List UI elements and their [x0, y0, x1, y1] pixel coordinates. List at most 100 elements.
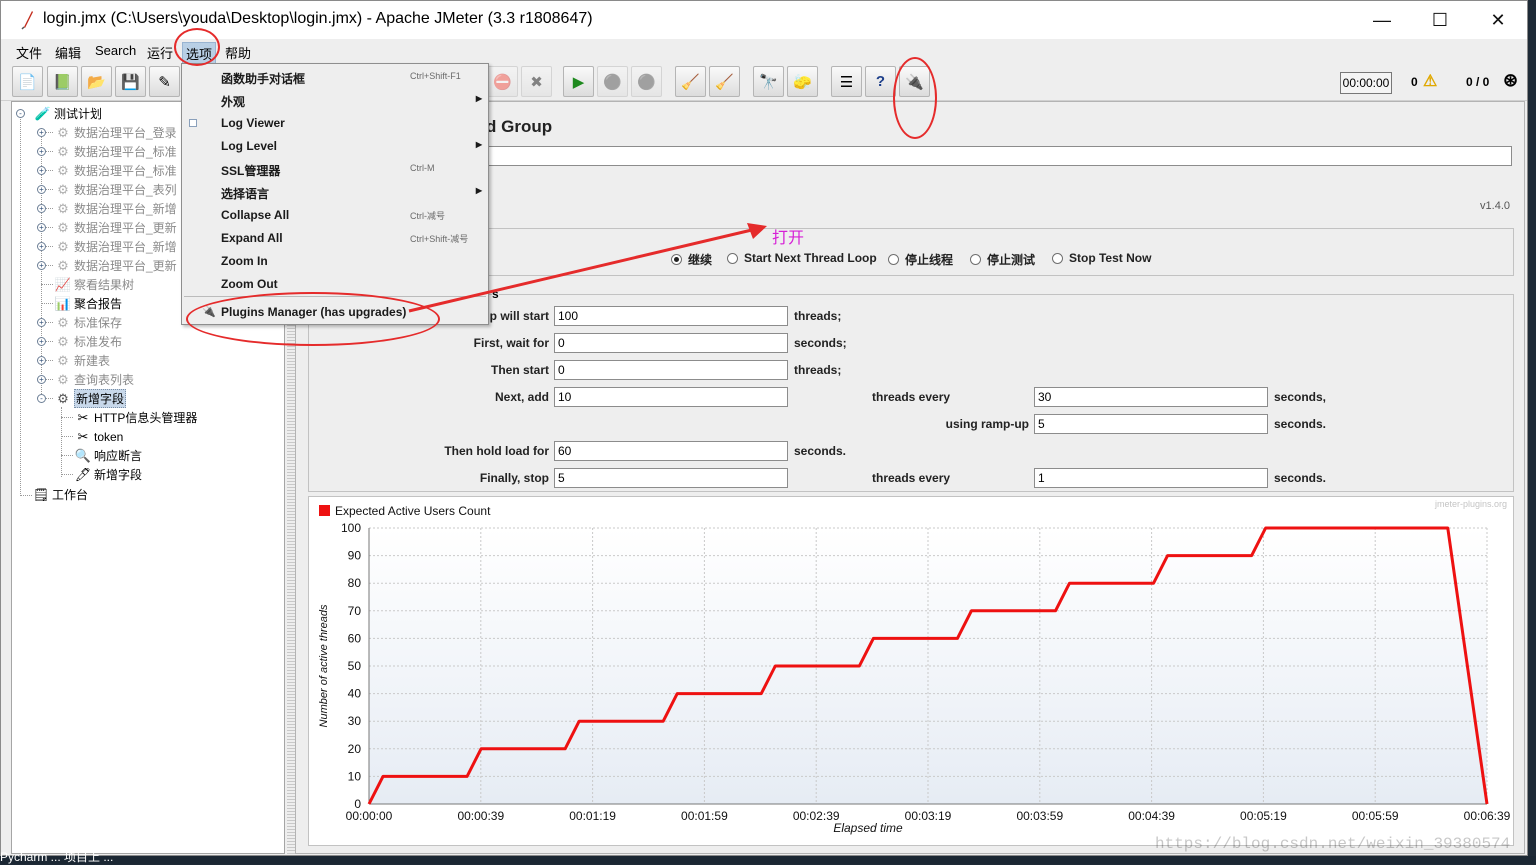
tree-item[interactable]: ⚙ 数据治理平台_新增: [54, 237, 177, 256]
tree-item[interactable]: ⚙ 数据治理平台_更新: [54, 218, 177, 237]
save-icon[interactable]: 💾: [115, 66, 146, 97]
tree-child-item[interactable]: 🖊 新增字段: [74, 465, 142, 484]
annotation-circle-plugins-icon: [893, 57, 937, 139]
field-initial-delay[interactable]: 0: [554, 333, 788, 353]
tree-item[interactable]: ⚙ 数据治理平台_登录: [54, 123, 177, 142]
tree-expand-handle[interactable]: -: [16, 109, 25, 118]
menu-item[interactable]: Log Level ▶: [182, 134, 488, 157]
x-tick-label: 00:00:39: [457, 809, 504, 823]
tree-expand-handle[interactable]: +: [37, 261, 46, 270]
tree-expand-handle[interactable]: -: [37, 394, 46, 403]
remote-start-icon[interactable]: ▶: [563, 66, 594, 97]
tree-item[interactable]: ⚙ 标准保存: [54, 313, 122, 332]
menu-edit[interactable]: 编辑: [52, 42, 84, 63]
tree-item[interactable]: ⚙ 标准发布: [54, 332, 122, 351]
label-then-start: Then start: [490, 363, 549, 377]
help-icon[interactable]: ?: [865, 66, 896, 97]
tree-item[interactable]: ⚙ 数据治理平台_新增: [54, 199, 177, 218]
menu-item[interactable]: Log Viewer: [182, 111, 488, 134]
shutdown-icon[interactable]: ✖: [521, 66, 552, 97]
thread-group-gear-icon: ⚙: [57, 219, 69, 235]
menu-file[interactable]: 文件: [13, 42, 45, 63]
unit-seconds: seconds.: [794, 444, 847, 458]
tree-item[interactable]: ⚙ 数据治理平台_标准: [54, 142, 177, 161]
tree-root[interactable]: 🧪 测试计划: [34, 104, 102, 123]
tree-expand-handle[interactable]: +: [37, 223, 46, 232]
tree-expand-handle[interactable]: +: [37, 147, 46, 156]
function-helper-icon[interactable]: ☰: [831, 66, 862, 97]
open-icon[interactable]: 📂: [81, 66, 112, 97]
remote-stop-icon[interactable]: ⚫: [631, 66, 662, 97]
field-hold-duration[interactable]: 60: [554, 441, 788, 461]
tree-expand-handle[interactable]: +: [37, 185, 46, 194]
maximize-button[interactable]: ☐: [1411, 1, 1469, 39]
tree-item[interactable]: 📈 察看结果树: [54, 275, 134, 294]
tree-item[interactable]: ⚙ 新增字段: [54, 389, 127, 408]
field-then-start[interactable]: 0: [554, 360, 788, 380]
unit-threads-every: threads every: [872, 471, 951, 485]
x-tick-label: 00:03:19: [905, 809, 952, 823]
tree-item[interactable]: 📊 聚合报告: [54, 294, 122, 313]
tree-item-label: 标准保存: [74, 316, 123, 330]
save-as-icon[interactable]: ✎: [149, 66, 180, 97]
tree-item[interactable]: ⚙ 数据治理平台_更新: [54, 256, 177, 275]
aggregate-report-icon: 📊: [54, 295, 72, 311]
tree-expand-handle[interactable]: +: [37, 242, 46, 251]
menu-help[interactable]: 帮助: [222, 42, 254, 63]
menu-item[interactable]: SSL管理器 Ctrl-M: [182, 157, 488, 180]
tree-item-label: 新增字段: [74, 389, 127, 408]
clear-icon[interactable]: 🧹: [675, 66, 706, 97]
field-increment[interactable]: 10: [554, 387, 788, 407]
close-button[interactable]: ✕: [1469, 1, 1527, 39]
radio-stop-test[interactable]: 停止测试: [970, 251, 1035, 268]
tree-item[interactable]: ⚙ 数据治理平台_表列: [54, 180, 177, 199]
minimize-button[interactable]: —: [1353, 1, 1411, 39]
menu-item[interactable]: 外观 ▶: [182, 88, 488, 111]
radio-dot[interactable]: [970, 254, 981, 265]
tree-item[interactable]: ⚙ 新建表: [54, 351, 110, 370]
tree-expand-handle[interactable]: +: [37, 204, 46, 213]
field-stop-period[interactable]: 1: [1034, 468, 1268, 488]
warning-icon[interactable]: ⚠: [1423, 71, 1437, 91]
radio-dot[interactable]: [1052, 252, 1063, 264]
tree-expand-handle[interactable]: +: [37, 356, 46, 365]
tree-item[interactable]: ⚙ 查询表列表: [54, 370, 134, 389]
tree-child-item[interactable]: 🔍 响应断言: [74, 446, 142, 465]
unit-threads: threads;: [794, 363, 842, 377]
search-icon[interactable]: 🔭: [753, 66, 784, 97]
tree-expand-handle[interactable]: +: [37, 128, 46, 137]
menu-run[interactable]: 运行: [144, 42, 176, 63]
field-increment-period[interactable]: 30: [1034, 387, 1268, 407]
thread-group-gear-icon: ⚙: [57, 333, 69, 349]
tree-item-label: 标准发布: [74, 335, 123, 349]
tree-child-item[interactable]: ✂ token: [74, 427, 124, 446]
tree-workbench[interactable]: 🗒 工作台: [32, 485, 88, 504]
tree-expand-handle[interactable]: +: [37, 166, 46, 175]
tree-guide: [20, 116, 21, 496]
tree-guide: [61, 474, 73, 475]
taskbar-item[interactable]: Pycharm ... 项目上 ...: [0, 848, 113, 865]
tree-expand-handle[interactable]: +: [37, 318, 46, 327]
new-icon[interactable]: 📄: [12, 66, 43, 97]
menu-item[interactable]: 选择语言 ▶: [182, 180, 488, 203]
workbench-icon: 🗒: [32, 486, 50, 502]
reset-search-icon[interactable]: 🧽: [787, 66, 818, 97]
radio-stop-test-now[interactable]: Stop Test Now: [1052, 251, 1151, 265]
radio-dot[interactable]: [888, 254, 899, 265]
menu-search[interactable]: Search: [92, 42, 139, 59]
tree-expand-handle[interactable]: +: [37, 337, 46, 346]
clear-all-icon[interactable]: 🧹: [709, 66, 740, 97]
field-ramp-up[interactable]: 5: [1034, 414, 1268, 434]
radio-stop-thread[interactable]: 停止线程: [888, 251, 953, 268]
tree-child-item[interactable]: ✂ HTTP信息头管理器: [74, 408, 198, 427]
checkbox-icon[interactable]: [189, 119, 197, 127]
templates-icon[interactable]: 📗: [47, 66, 78, 97]
field-stop-count[interactable]: 5: [554, 468, 788, 488]
menu-item[interactable]: 函数助手对话框 Ctrl+Shift-F1: [182, 65, 488, 88]
remote-status-icon[interactable]: ⊛: [1503, 70, 1518, 91]
tree-expand-handle[interactable]: +: [37, 375, 46, 384]
stop-icon[interactable]: ⛔: [487, 66, 518, 97]
tree-item[interactable]: ⚙ 数据治理平台_标准: [54, 161, 177, 180]
remote-start-all-icon[interactable]: ⚫: [597, 66, 628, 97]
name-field[interactable]: [482, 146, 1512, 166]
